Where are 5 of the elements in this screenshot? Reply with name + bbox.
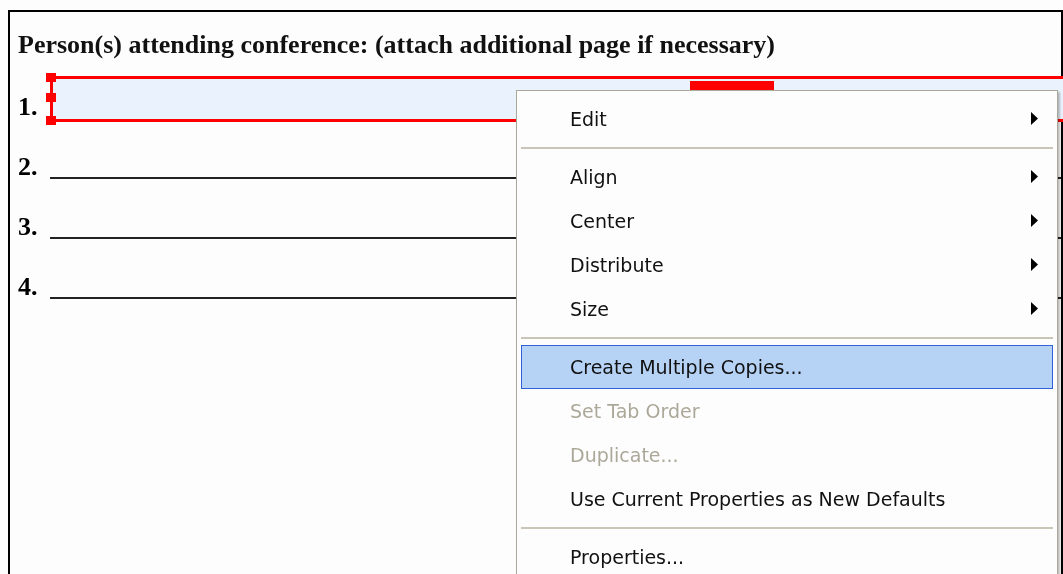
row-number: 2. bbox=[18, 154, 39, 182]
row-number: 4. bbox=[18, 274, 39, 302]
row-number: 1. bbox=[18, 94, 39, 122]
section-heading: Person(s) attending conference: (attach additional page if necessary) bbox=[18, 30, 777, 60]
row-number: 3. bbox=[18, 214, 39, 242]
